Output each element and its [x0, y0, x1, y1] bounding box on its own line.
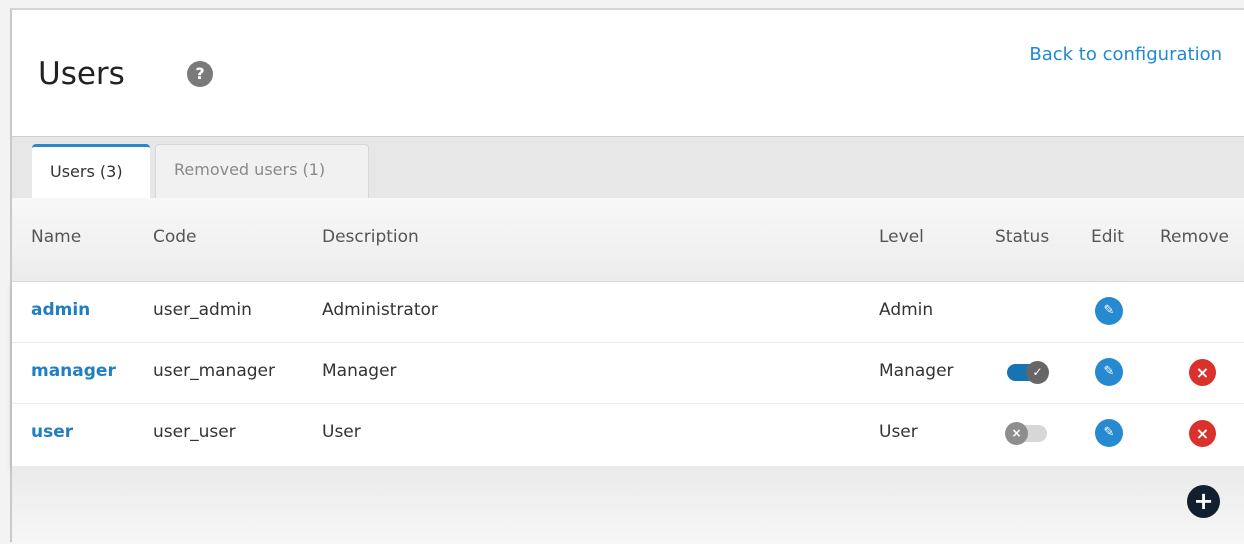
status-toggle[interactable]: ✓: [1007, 361, 1049, 384]
user-description: Manager: [322, 361, 397, 381]
tab-users[interactable]: Users (3): [32, 144, 150, 199]
user-description: User: [322, 422, 361, 442]
column-header-status: Status: [995, 227, 1050, 247]
column-header-level[interactable]: Level: [879, 227, 924, 247]
status-toggle[interactable]: ×: [1005, 422, 1047, 445]
column-header-description[interactable]: Description: [322, 227, 419, 247]
users-table-body: admin user_admin Administrator Admin ✎ m…: [12, 282, 1244, 466]
user-name-link[interactable]: admin: [31, 300, 90, 320]
user-level: User: [879, 422, 918, 442]
page-title: Users: [38, 56, 125, 92]
table-row: manager user_manager Manager Manager ✓ ✎…: [12, 343, 1244, 404]
page-header: Users ? Back to configuration: [12, 10, 1244, 136]
column-header-name[interactable]: Name: [31, 227, 81, 247]
pencil-icon[interactable]: ✎: [1095, 297, 1123, 325]
user-level: Manager: [879, 361, 954, 381]
close-icon[interactable]: ×: [1189, 420, 1216, 447]
close-icon[interactable]: ×: [1189, 359, 1216, 386]
pencil-icon[interactable]: ✎: [1095, 419, 1123, 447]
user-name-link[interactable]: user: [31, 422, 73, 442]
column-header-edit: Edit: [1091, 227, 1124, 247]
table-header: Name Code Description Level Status Edit …: [12, 198, 1244, 282]
users-panel: Users ? Back to configuration Users (3) …: [10, 8, 1244, 544]
column-header-remove: Remove: [1160, 227, 1229, 247]
user-code: user_admin: [153, 300, 252, 320]
pencil-icon[interactable]: ✎: [1095, 358, 1123, 386]
user-name-link[interactable]: manager: [31, 361, 116, 381]
table-row: admin user_admin Administrator Admin ✎: [12, 282, 1244, 343]
table-footer: +: [12, 466, 1244, 544]
plus-icon[interactable]: +: [1187, 485, 1220, 518]
table-row: user user_user User User × ✎ ×: [12, 404, 1244, 465]
tab-removed-users[interactable]: Removed users (1): [155, 144, 369, 199]
tab-bar: Users (3) Removed users (1): [12, 136, 1244, 199]
user-code: user_manager: [153, 361, 275, 381]
column-header-code[interactable]: Code: [153, 227, 197, 247]
user-description: Administrator: [322, 300, 438, 320]
close-icon: ×: [1005, 422, 1028, 445]
user-level: Admin: [879, 300, 934, 320]
check-icon: ✓: [1026, 361, 1049, 384]
user-code: user_user: [153, 422, 236, 442]
back-to-configuration-link[interactable]: Back to configuration: [1029, 44, 1222, 65]
question-circle-icon[interactable]: ?: [187, 61, 213, 87]
